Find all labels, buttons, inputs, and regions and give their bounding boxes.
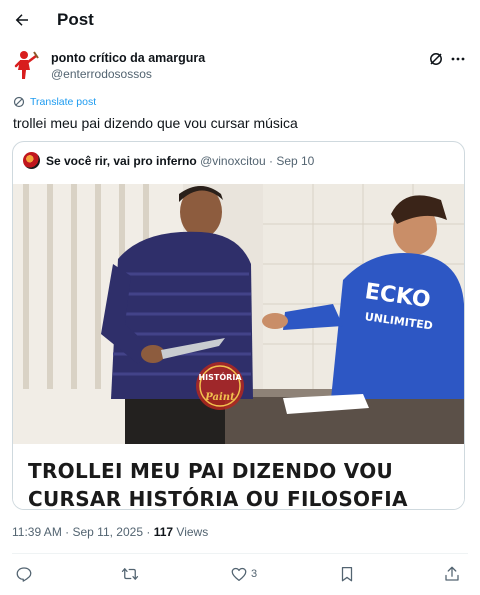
caption-line-1: TROLLEI MEU PAI DIZENDO VOU [28,459,394,483]
views-label: Views [176,525,209,539]
watermark-bottom-text: Paint [204,392,235,403]
watermark-logo: HISTÓRIA Paint [196,362,244,410]
post-date[interactable]: Sep 11, 2025 [73,525,144,539]
retweet-icon [121,568,139,580]
watermark-top-text: HISTÓRIA [198,371,242,382]
translate-label: Translate post [30,96,97,108]
meta-separator-2: · [146,525,151,539]
reply-icon [16,567,32,582]
retweet-button[interactable] [121,564,142,584]
translate-post-link[interactable]: Translate post [13,95,96,109]
author-row: ponto crítico da amargura @enterrodososs… [12,46,468,86]
quote-media[interactable]: ECKO UNLIMITED HISTÓRIA Paint TROLLEI ME… [13,184,464,509]
post-time[interactable]: 11:39 AM [12,525,62,539]
quote-separator: · [268,154,273,168]
quoted-post[interactable]: Se você rir, vai pro inferno @vinoxcitou… [12,141,465,510]
reply-button[interactable] [15,564,36,584]
quote-header: Se você rir, vai pro inferno @vinoxcitou… [46,154,314,168]
author-handle[interactable]: @enterrodosossos [51,67,152,82]
post-metadata: 11:39 AM · Sep 11, 2025 · 117 Views [12,525,208,539]
views-count[interactable]: 117 [154,525,173,539]
back-button[interactable] [10,8,34,32]
media-caption: TROLLEI MEU PAI DIZENDO VOU CURSAR HISTÓ… [13,444,464,509]
avatar[interactable] [12,46,40,82]
bookmark-button[interactable] [338,564,356,584]
quote-avatar[interactable] [23,152,40,169]
translate-icon [13,96,25,108]
meta-separator: · [65,525,70,539]
quote-handle[interactable]: @vinoxcitou [200,154,266,168]
more-icon[interactable] [450,51,466,67]
divider [12,553,468,554]
back-arrow-icon [15,14,28,26]
tweet-text: trollei meu pai dizendo que vou cursar m… [13,115,298,131]
top-bar: Post [0,0,480,40]
page-title: Post [57,10,94,29]
quote-date[interactable]: Sep 10 [276,154,314,168]
like-count: 3 [251,568,258,580]
like-button[interactable]: 3 [230,564,257,584]
author-display-name[interactable]: ponto crítico da amargura [51,51,205,66]
caption-line-2: CURSAR HISTÓRIA OU FILOSOFIA [28,487,408,509]
action-bar: 3 [0,560,480,588]
like-icon [231,567,247,582]
share-icon [445,566,459,581]
grok-icon[interactable] [428,51,444,67]
bookmark-icon [341,566,353,582]
quote-display-name[interactable]: Se você rir, vai pro inferno [46,154,197,168]
media-photo: ECKO UNLIMITED HISTÓRIA Paint [13,184,464,444]
share-button[interactable] [443,564,461,584]
